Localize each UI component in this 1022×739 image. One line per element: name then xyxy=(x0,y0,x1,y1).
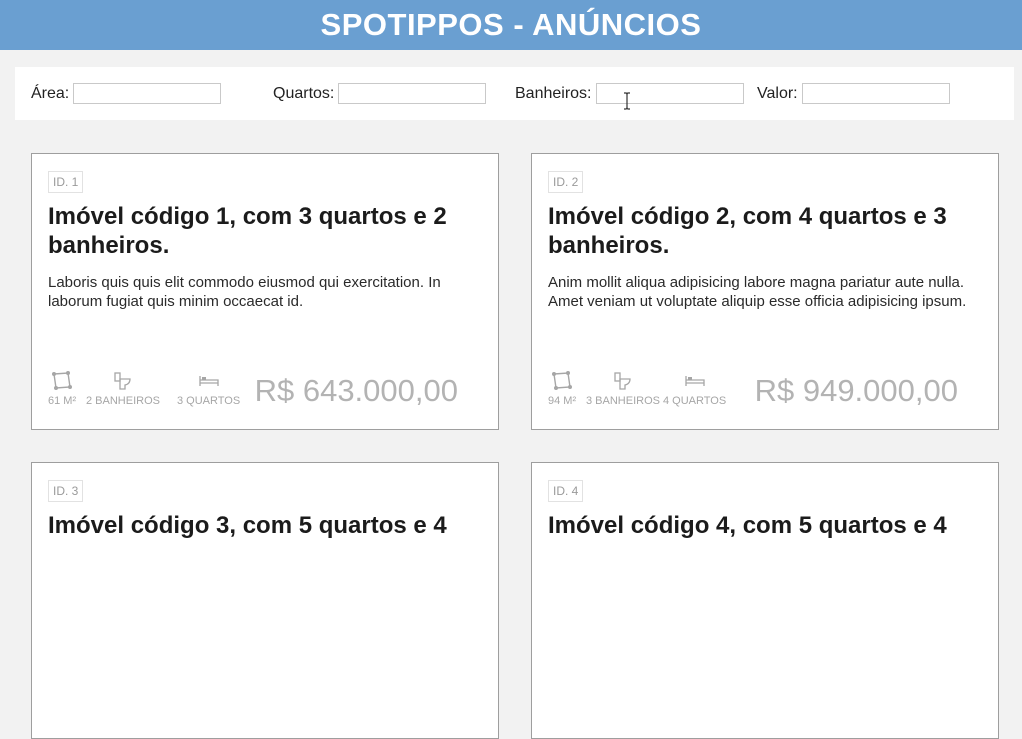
listing-title: Imóvel código 3, com 5 quartos e 4 xyxy=(48,512,447,539)
listing-rooms-text: 3 QUARTOS xyxy=(177,395,241,407)
listing-description: Laboris quis quis elit commodo eiusmod q… xyxy=(48,274,441,310)
listing-baths: 3 BANHEIROS xyxy=(586,371,660,407)
value-input[interactable] xyxy=(801,83,950,104)
listing-rooms-text: 4 QUARTOS xyxy=(663,395,727,407)
listing-title: Imóvel código 1, com 3 quartos e 2 banhe… xyxy=(48,203,447,259)
filter-bar: Área: Quartos: Banheiros: Valor: xyxy=(15,67,1014,120)
listing-baths-text: 2 BANHEIROS xyxy=(86,395,160,407)
listing-rooms: 3 QUARTOS xyxy=(177,371,240,407)
listing-area: 61 M² xyxy=(48,371,76,407)
baths-input[interactable] xyxy=(595,83,744,104)
listing-card[interactable]: ID. 1 Imóvel código 1, com 3 quartos e 2… xyxy=(31,153,499,430)
text-cursor-icon xyxy=(624,92,630,110)
filter-area-label: Área: xyxy=(31,84,70,102)
listing-title: Imóvel código 2, com 4 quartos e 3 banhe… xyxy=(548,203,947,259)
listing-title: Imóvel código 4, com 5 quartos e 4 xyxy=(548,512,947,539)
bed-icon xyxy=(684,376,705,386)
listing-baths-text: 3 BANHEIROS xyxy=(586,395,660,407)
listing-area-text: 61 M² xyxy=(48,395,77,407)
filter-area: Área: xyxy=(31,83,222,104)
filter-baths-label: Banheiros: xyxy=(515,84,592,102)
filter-rooms-label: Quartos: xyxy=(273,84,335,102)
listing-area: 94 M² xyxy=(548,371,576,407)
filter-rooms: Quartos: xyxy=(273,83,487,104)
filter-value: Valor: xyxy=(757,83,950,104)
listing-card[interactable]: ID. 2 Imóvel código 2, com 4 quartos e 3… xyxy=(531,153,999,430)
listing-id-badge: ID. 1 xyxy=(48,171,84,193)
listing-card[interactable]: ID. 4 Imóvel código 4, com 5 quartos e 4 xyxy=(531,462,999,739)
listing-area-text: 94 M² xyxy=(548,395,577,407)
listing-description: Anim mollit aliqua adipisicing labore ma… xyxy=(548,274,967,310)
listing-price: R$ 949.000,00 xyxy=(754,373,958,408)
listing-price: R$ 643.000,00 xyxy=(254,373,458,408)
toilet-icon xyxy=(114,372,131,390)
listing-id-badge: ID. 3 xyxy=(48,480,84,502)
listing-baths: 2 BANHEIROS xyxy=(86,371,160,407)
area-input[interactable] xyxy=(73,83,222,104)
listing-id-badge: ID. 2 xyxy=(548,171,584,193)
page-header: SPOTIPPOS - ANÚNCIOS xyxy=(0,0,1022,50)
filter-value-label: Valor: xyxy=(757,84,798,102)
area-polygon-icon xyxy=(552,371,573,390)
toilet-icon xyxy=(614,372,631,390)
listing-id-badge: ID. 4 xyxy=(548,480,584,502)
listing-card[interactable]: ID. 3 Imóvel código 3, com 5 quartos e 4 xyxy=(31,462,499,739)
rooms-input[interactable] xyxy=(338,83,487,104)
page-title: SPOTIPPOS - ANÚNCIOS xyxy=(320,7,702,42)
listing-rooms: 4 QUARTOS xyxy=(663,371,726,407)
area-polygon-icon xyxy=(52,371,73,390)
bed-icon xyxy=(198,376,219,386)
